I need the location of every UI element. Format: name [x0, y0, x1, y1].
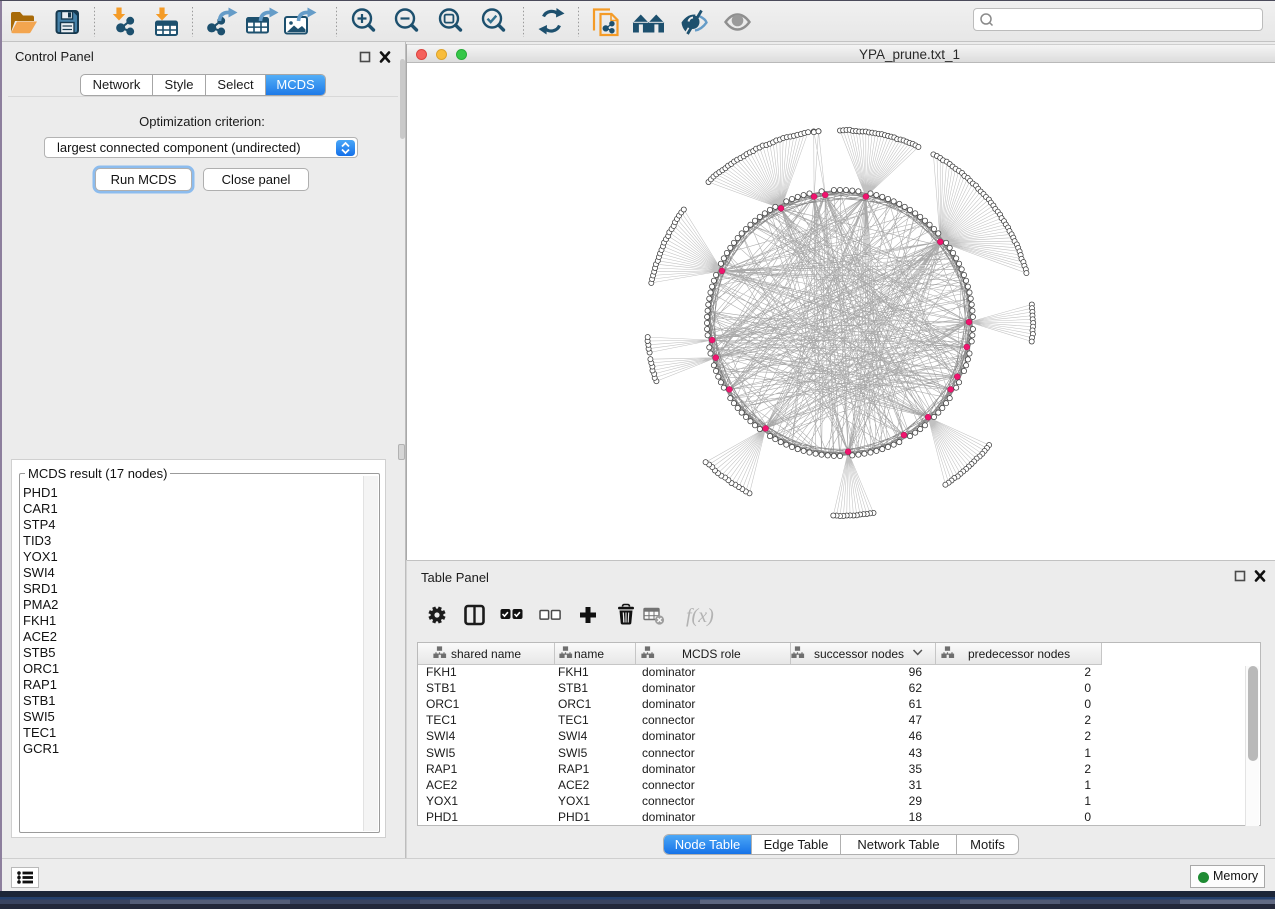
svg-text:f(x): f(x) — [686, 605, 714, 627]
